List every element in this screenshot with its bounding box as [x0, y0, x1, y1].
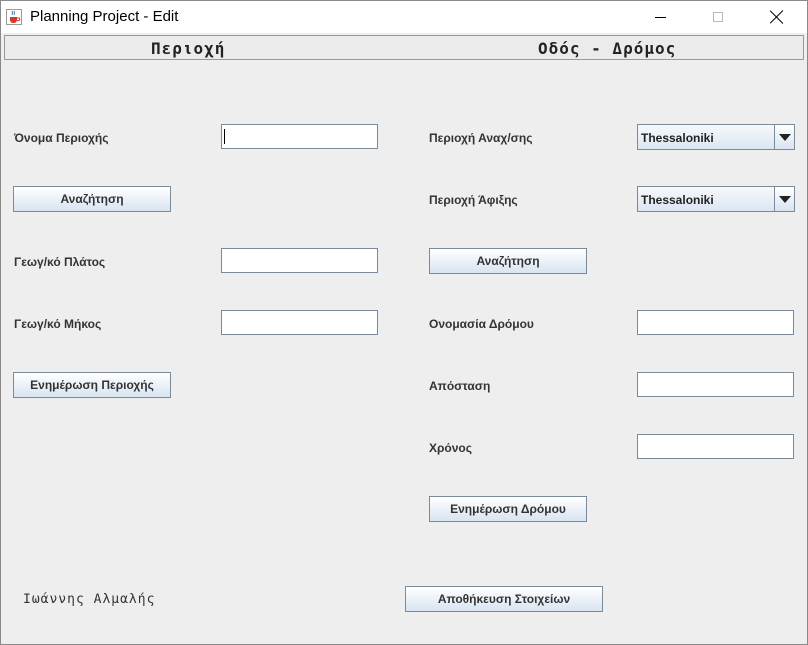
area-search-button[interactable]: Αναζήτηση: [13, 186, 171, 212]
dropdown-arrow-button[interactable]: [774, 125, 794, 149]
arrival-area-label: Περιοχή Άφιξης: [429, 193, 518, 207]
java-cup-icon: [6, 9, 22, 25]
arrival-area-select[interactable]: Thessaloniki: [637, 186, 795, 212]
author-name: Ιωάννης Αλμαλής: [23, 592, 156, 607]
area-name-field[interactable]: [221, 124, 378, 149]
minimize-button[interactable]: [637, 1, 683, 33]
road-search-button[interactable]: Αναζήτηση: [429, 248, 587, 274]
minimize-icon: [654, 16, 666, 18]
departure-area-select[interactable]: Thessaloniki: [637, 124, 795, 150]
road-section-title: Οδός - Δρόμος: [538, 39, 677, 58]
distance-field[interactable]: [637, 372, 794, 397]
app-window: Planning Project - Edit Περιοχή Οδός - Δ…: [0, 0, 808, 645]
section-header: Περιοχή Οδός - Δρόμος: [4, 35, 804, 60]
update-area-button[interactable]: Ενημέρωση Περιοχής: [13, 372, 171, 398]
distance-label: Απόσταση: [429, 379, 491, 393]
road-name-label: Ονομασία Δρόμου: [429, 317, 534, 331]
text-caret: [224, 129, 225, 144]
departure-area-label: Περιοχή Αναχ/σης: [429, 131, 533, 145]
close-button[interactable]: [754, 1, 800, 33]
maximize-icon: [713, 12, 723, 22]
dropdown-arrow-button[interactable]: [774, 187, 794, 211]
time-field[interactable]: [637, 434, 794, 459]
close-icon: [770, 10, 784, 24]
arrival-area-value: Thessaloniki: [641, 193, 714, 207]
update-road-button[interactable]: Ενημέρωση Δρόμου: [429, 496, 587, 522]
road-name-field[interactable]: [637, 310, 794, 335]
area-name-label: Όνομα Περιοχής: [14, 131, 109, 145]
longitude-label: Γεωγ/κό Μήκος: [14, 317, 102, 331]
latitude-label: Γεωγ/κό Πλάτος: [14, 255, 106, 269]
departure-area-value: Thessaloniki: [641, 131, 714, 145]
save-data-button[interactable]: Αποθήκευση Στοιχείων: [405, 586, 603, 612]
area-section-title: Περιοχή: [151, 39, 226, 58]
title-bar[interactable]: Planning Project - Edit: [1, 1, 807, 33]
chevron-down-icon: [778, 133, 791, 141]
longitude-field[interactable]: [221, 310, 378, 335]
latitude-field[interactable]: [221, 248, 378, 273]
chevron-down-icon: [778, 195, 791, 203]
maximize-button[interactable]: [695, 1, 741, 33]
window-title: Planning Project - Edit: [30, 8, 179, 25]
time-label: Χρόνος: [429, 441, 473, 455]
